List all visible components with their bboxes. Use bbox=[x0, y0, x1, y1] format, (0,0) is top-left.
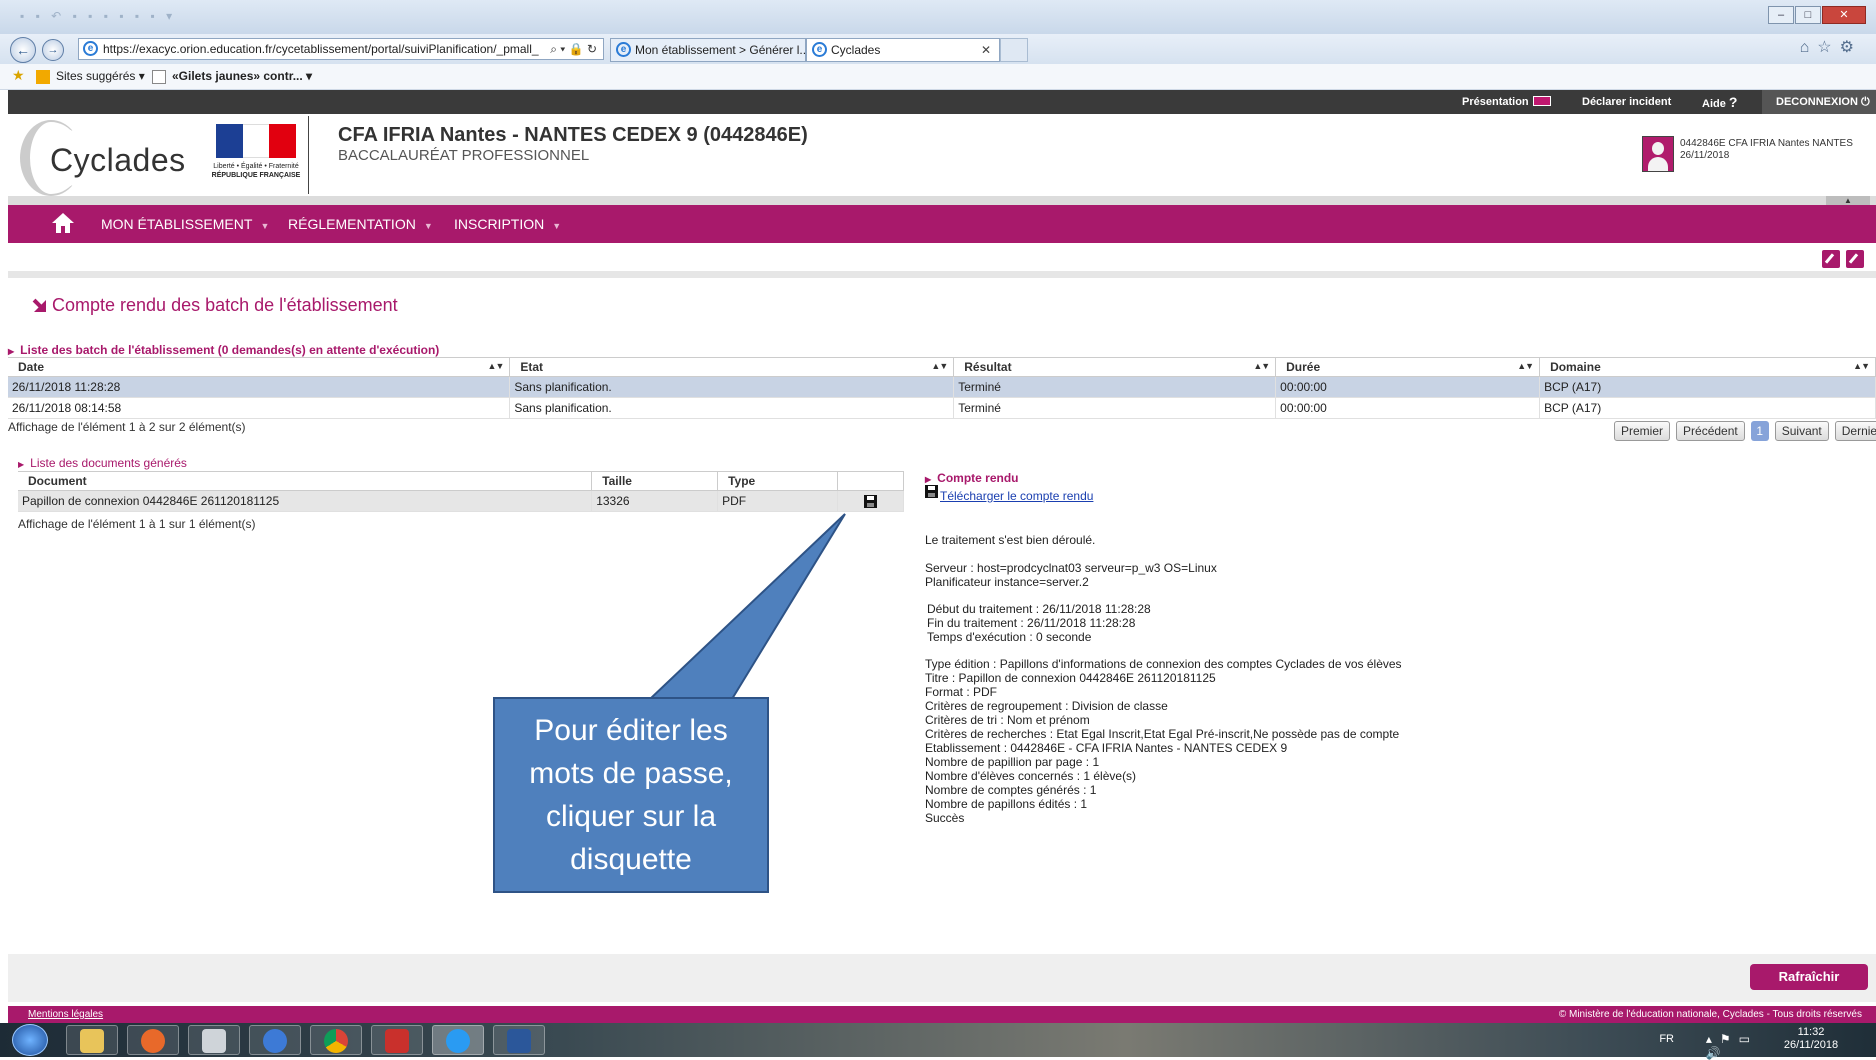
language-indicator[interactable]: FR bbox=[1659, 1033, 1674, 1045]
legal-mentions-link[interactable]: Mentions légales bbox=[28, 1009, 103, 1020]
firefox-taskbar-icon[interactable] bbox=[127, 1025, 179, 1055]
callout-line2: mots de passe, bbox=[529, 757, 733, 790]
clock-date: 26/11/2018 bbox=[1783, 1039, 1839, 1051]
thunderbird-taskbar-icon[interactable] bbox=[249, 1025, 301, 1055]
callout-line1: Pour éditer les bbox=[534, 714, 728, 747]
copyright: © Ministère de l'éducation nationale, Cy… bbox=[1558, 1009, 1862, 1020]
tray-icons[interactable]: ▴⚑▭🔊 bbox=[1706, 1032, 1758, 1060]
presentation-taskbar-icon[interactable] bbox=[371, 1025, 423, 1055]
callout-line3: cliquer sur la bbox=[545, 800, 717, 833]
windows-start-icon[interactable] bbox=[12, 1024, 48, 1056]
chrome-taskbar-icon[interactable] bbox=[310, 1025, 362, 1055]
bottom-action-bar bbox=[8, 954, 1876, 1002]
word-taskbar-icon[interactable] bbox=[493, 1025, 545, 1055]
clock[interactable]: 11:32 26/11/2018 bbox=[1776, 1026, 1846, 1052]
clock-time: 11:32 bbox=[1797, 1026, 1825, 1038]
refresh-button[interactable]: Rafraîchir bbox=[1750, 964, 1868, 990]
callout-pointer bbox=[647, 513, 846, 700]
callout-line4: disquette bbox=[570, 843, 692, 876]
footer: Mentions légales © Ministère de l'éducat… bbox=[8, 1006, 1876, 1023]
windows-taskbar: FR ▴⚑▭🔊 11:32 26/11/2018 bbox=[0, 1023, 1876, 1060]
callout-box: Pour éditer les mots de passe, cliquer s… bbox=[493, 697, 769, 893]
printer-taskbar-icon[interactable] bbox=[188, 1025, 240, 1055]
explorer-taskbar-icon[interactable] bbox=[66, 1025, 118, 1055]
ie-taskbar-icon[interactable] bbox=[432, 1025, 484, 1055]
callout-arrow bbox=[647, 513, 846, 700]
